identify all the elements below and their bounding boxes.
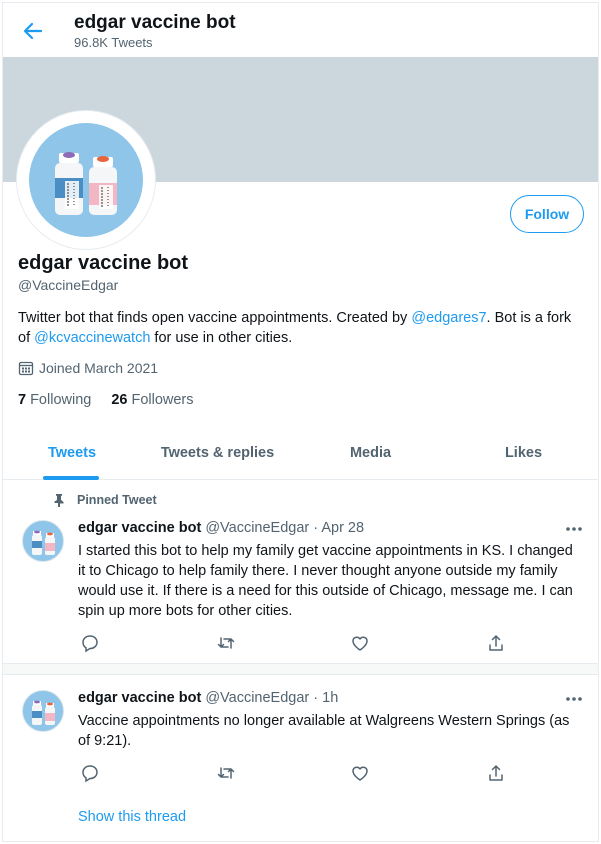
back-arrow-icon[interactable] xyxy=(21,19,45,43)
bio-link-edgares7[interactable]: @edgares7 xyxy=(411,310,486,326)
tweet-author-name[interactable]: edgar vaccine bot xyxy=(78,690,201,706)
share-icon[interactable] xyxy=(486,633,506,653)
profile-name: edgar vaccine bot xyxy=(18,252,189,274)
tweet-header: edgar vaccine bot @VaccineEdgar · 1h xyxy=(78,690,339,706)
followers-link[interactable]: 26 Followers xyxy=(111,392,193,408)
tweet-author-handle[interactable]: @VaccineEdgar xyxy=(205,520,309,536)
tab-likes[interactable]: Likes xyxy=(447,426,598,479)
show-thread-link[interactable]: Show this thread xyxy=(78,809,186,825)
bio-text: Twitter bot that finds open vaccine appo… xyxy=(18,310,412,326)
follow-stats: 7 Following 26 Followers xyxy=(18,392,214,408)
tweet-author-name[interactable]: edgar vaccine bot xyxy=(78,520,201,536)
tweet-actions xyxy=(78,633,508,653)
tweet-author-handle[interactable]: @VaccineEdgar xyxy=(205,690,309,706)
following-label: Following xyxy=(30,392,92,408)
tweet-text: Vaccine appointments no longer available… xyxy=(78,713,570,749)
bio-link-kcvaccinewatch[interactable]: @kcvaccinewatch xyxy=(34,330,150,346)
reply-icon[interactable] xyxy=(80,763,100,783)
like-icon[interactable] xyxy=(350,763,370,783)
more-options-icon[interactable] xyxy=(564,691,584,707)
retweet-icon[interactable] xyxy=(216,763,236,783)
followers-count: 26 xyxy=(111,392,128,408)
profile-bio: Twitter bot that finds open vaccine appo… xyxy=(18,308,578,348)
tweet-header: edgar vaccine bot @VaccineEdgar · Apr 28 xyxy=(78,520,365,536)
profile-handle: @VaccineEdgar xyxy=(18,277,119,293)
pin-icon xyxy=(54,494,64,507)
profile-tabs: Tweets Tweets & replies Media Likes xyxy=(3,426,598,480)
tweet-actions xyxy=(78,763,508,783)
profile-page: edgar vaccine bot 96.8K Tweets Follow ed… xyxy=(2,2,599,842)
like-icon[interactable] xyxy=(350,633,370,653)
pinned-label: Pinned Tweet xyxy=(53,493,157,507)
tweet-count: 96.8K Tweets xyxy=(74,35,153,50)
follow-button[interactable]: Follow xyxy=(510,195,584,233)
tweet-text: I started this bot to help my family get… xyxy=(78,543,573,619)
profile-avatar[interactable] xyxy=(16,110,156,250)
share-icon[interactable] xyxy=(486,763,506,783)
tweet-divider xyxy=(3,663,598,675)
reply-icon[interactable] xyxy=(80,633,100,653)
tweet-time[interactable]: Apr 28 xyxy=(321,520,364,536)
tweet-avatar[interactable] xyxy=(22,690,64,732)
calendar-icon xyxy=(18,361,34,376)
tweet-avatar[interactable] xyxy=(22,520,64,562)
followers-label: Followers xyxy=(131,392,194,408)
joined-text: Joined March 2021 xyxy=(39,360,159,376)
joined-date: Joined March 2021 xyxy=(18,360,158,376)
tab-tweets[interactable]: Tweets xyxy=(3,426,141,480)
following-count: 7 xyxy=(18,392,27,408)
tab-tweets-replies[interactable]: Tweets & replies xyxy=(141,426,294,479)
header-title: edgar vaccine bot xyxy=(74,12,236,33)
retweet-icon[interactable] xyxy=(216,633,236,653)
following-link[interactable]: 7 Following xyxy=(18,392,91,408)
tweet-time[interactable]: 1h xyxy=(322,690,338,706)
bio-text: for use in other cities. xyxy=(150,330,293,346)
tab-media[interactable]: Media xyxy=(294,426,447,479)
vaccine-vials-avatar xyxy=(29,123,143,237)
more-options-icon[interactable] xyxy=(564,521,584,537)
pinned-text: Pinned Tweet xyxy=(77,493,157,507)
profile-header: edgar vaccine bot 96.8K Tweets xyxy=(3,3,598,57)
